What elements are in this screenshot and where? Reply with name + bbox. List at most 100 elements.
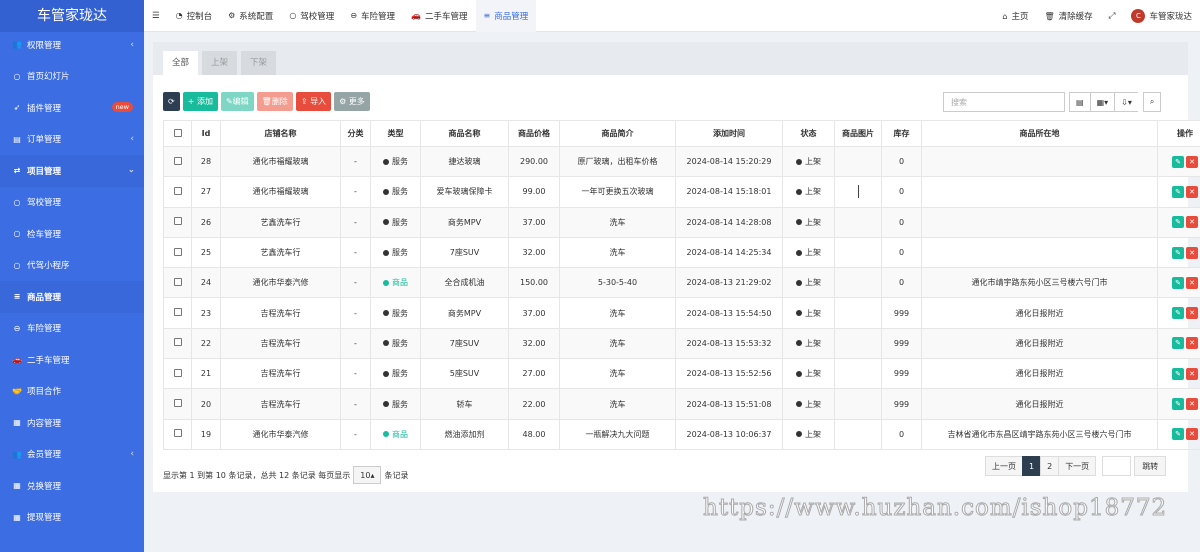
- select-all-checkbox[interactable]: [173, 128, 182, 137]
- table-row[interactable]: 21 吉程洗车行 - 服务 5座SUV 27.00 洗车 2024-08-13 15:52:5…: [163, 358, 1200, 390]
- table-row[interactable]: 25 艺鑫洗车行 - 服务 7座SUV 32.00 洗车 2024-08-14 14:25:3…: [163, 236, 1200, 269]
- next-page-button[interactable]: 下一页: [1058, 456, 1097, 476]
- column-header[interactable]: 添加时间: [675, 120, 783, 147]
- sidebar-item[interactable]: ○ 代驾小程序: [0, 250, 144, 282]
- export-button[interactable]: ⇩▾: [1114, 92, 1138, 112]
- row-checkbox-cell[interactable]: [163, 206, 192, 238]
- row-edit-button[interactable]: ✎: [1172, 398, 1184, 411]
- row-delete-button[interactable]: ✕: [1186, 276, 1198, 289]
- select-all-checkbox-cell[interactable]: [163, 120, 192, 147]
- row-edit-button[interactable]: ✎: [1172, 246, 1184, 259]
- product-thumbnail[interactable]: [857, 185, 859, 199]
- row-checkbox-cell[interactable]: [163, 145, 192, 178]
- add-button[interactable]: + 添加: [182, 92, 218, 111]
- row-edit-button[interactable]: ✎: [1172, 185, 1184, 198]
- row-delete-button[interactable]: ✕: [1186, 367, 1198, 380]
- page-1-button[interactable]: 1: [1022, 456, 1042, 476]
- page-2-button[interactable]: 2: [1040, 456, 1060, 476]
- edit-button[interactable]: ✎编辑: [220, 92, 254, 111]
- delete-button[interactable]: 🗑删除: [256, 92, 293, 111]
- toggle-view-button[interactable]: ▤: [1069, 92, 1090, 112]
- top-nav-tab[interactable]: ◔ 控制台: [168, 0, 221, 32]
- row-edit-button[interactable]: ✎: [1172, 155, 1184, 168]
- table-row[interactable]: 28 通化市福耀玻璃 - 服务 捷达玻璃 290.00 原厂玻璃，出租车价格 2024-08-…: [163, 145, 1200, 178]
- table-row[interactable]: 23 吉程洗车行 - 服务 商务MPV 37.00 洗车 2024-08-13 15:54:5…: [163, 297, 1200, 329]
- top-nav-tab[interactable]: ⚙ 系统配置: [220, 0, 281, 32]
- table-row[interactable]: 19 通化市华泰汽修 - 商品 燃油添加剂 48.00 一瓶解决九大问题 2024-08-13…: [163, 418, 1200, 450]
- prev-page-button[interactable]: 上一页: [985, 456, 1023, 476]
- sidebar-item[interactable]: ○ 检车管理: [0, 218, 144, 250]
- row-checkbox[interactable]: [173, 368, 182, 377]
- column-header[interactable]: 状态: [782, 120, 835, 147]
- more-button[interactable]: ⚙ 更多: [334, 92, 370, 111]
- column-header[interactable]: 商品图片: [834, 120, 882, 147]
- table-row[interactable]: 20 吉程洗车行 - 服务 轿车 22.00 洗车 2024-08-13 15:51:08 上架…: [163, 388, 1200, 420]
- row-checkbox[interactable]: [173, 308, 182, 317]
- table-row[interactable]: 26 艺鑫洗车行 - 服务 商务MPV 37.00 洗车 2024-08-14 14:28:0…: [163, 206, 1200, 238]
- row-delete-button[interactable]: ✕: [1186, 216, 1198, 229]
- sidebar-item[interactable]: 👥 会员管理 ‹: [0, 439, 144, 471]
- column-header[interactable]: 类型: [370, 120, 421, 147]
- sidebar-item[interactable]: 👥 权限管理 ‹: [0, 29, 144, 61]
- import-button[interactable]: ⇪ 导入: [295, 92, 332, 111]
- row-edit-button[interactable]: ✎: [1172, 367, 1184, 380]
- sidebar-item[interactable]: ▤ 订单管理 ‹: [0, 124, 144, 156]
- jump-page-input[interactable]: [1102, 456, 1132, 476]
- top-nav-tab[interactable]: ○ 驾校管理: [281, 0, 342, 32]
- column-header[interactable]: 分类: [340, 120, 371, 147]
- row-delete-button[interactable]: ✕: [1186, 337, 1198, 350]
- row-checkbox-cell[interactable]: [163, 236, 192, 269]
- row-checkbox[interactable]: [173, 338, 182, 347]
- search-input[interactable]: [943, 92, 1065, 112]
- row-delete-button[interactable]: ✕: [1186, 155, 1198, 168]
- user-menu[interactable]: C 车管家珑达: [1123, 0, 1200, 32]
- row-checkbox[interactable]: [173, 217, 182, 226]
- row-delete-button[interactable]: ✕: [1186, 246, 1198, 259]
- row-checkbox-cell[interactable]: [163, 176, 192, 208]
- status-tab[interactable]: 下架: [241, 51, 277, 75]
- row-edit-button[interactable]: ✎: [1172, 216, 1184, 229]
- column-header[interactable]: 商品所在地: [921, 120, 1158, 147]
- column-header[interactable]: 商品价格: [508, 120, 560, 147]
- sidebar-item[interactable]: ⇄ 项目管理 ‹: [0, 155, 144, 187]
- row-checkbox[interactable]: [173, 277, 182, 286]
- row-checkbox-cell[interactable]: [163, 358, 192, 390]
- row-checkbox-cell[interactable]: [163, 418, 192, 450]
- row-checkbox-cell[interactable]: [163, 327, 192, 360]
- row-edit-button[interactable]: ✎: [1172, 276, 1184, 289]
- status-tab[interactable]: 全部: [163, 51, 199, 75]
- row-edit-button[interactable]: ✎: [1172, 428, 1184, 441]
- sidebar-item[interactable]: ▦ 提现管理: [0, 502, 144, 534]
- sidebar-item[interactable]: ➶ 插件管理 new: [0, 92, 144, 124]
- column-header[interactable]: 商品名称: [420, 120, 509, 147]
- clear-cache-button[interactable]: 🗑 清除缓存: [1037, 0, 1101, 32]
- row-checkbox[interactable]: [173, 429, 182, 438]
- row-checkbox[interactable]: [173, 156, 182, 165]
- sidebar-item[interactable]: ⊖ 车险管理: [0, 313, 144, 345]
- top-nav-tab[interactable]: 🚗 二手车管理: [403, 0, 475, 32]
- table-row[interactable]: 22 吉程洗车行 - 服务 7座SUV 32.00 洗车 2024-08-13 15:53:3…: [163, 327, 1200, 360]
- sidebar-logo[interactable]: 车管家珑达: [0, 0, 144, 32]
- row-checkbox[interactable]: [173, 186, 182, 195]
- row-delete-button[interactable]: ✕: [1186, 185, 1198, 198]
- table-row[interactable]: 27 通化市福耀玻璃 - 服务 爱车玻璃保障卡 99.00 一年可更换五次玻璃 2024-08…: [163, 176, 1200, 208]
- advanced-search-button[interactable]: ⌕: [1142, 92, 1162, 112]
- row-checkbox[interactable]: [173, 247, 182, 256]
- row-delete-button[interactable]: ✕: [1186, 398, 1198, 411]
- column-header[interactable]: Id: [191, 120, 221, 147]
- fullscreen-button[interactable]: ⤢: [1101, 0, 1124, 32]
- column-header[interactable]: 商品简介: [559, 120, 676, 147]
- sidebar-item[interactable]: ▦ 兑换管理: [0, 470, 144, 502]
- sidebar-item[interactable]: ≡ 商品管理: [0, 281, 144, 313]
- jump-button[interactable]: 跳转: [1134, 456, 1167, 476]
- columns-button[interactable]: ▦▾: [1089, 92, 1115, 112]
- sidebar-item[interactable]: ○ 首页幻灯片: [0, 61, 144, 93]
- sidebar-item[interactable]: 🚗 二手车管理: [0, 344, 144, 376]
- sidebar-item[interactable]: 🤝 项目合作: [0, 376, 144, 408]
- row-checkbox[interactable]: [173, 399, 182, 408]
- column-header[interactable]: 库存: [881, 120, 922, 147]
- row-checkbox-cell[interactable]: [163, 297, 192, 329]
- table-row[interactable]: 24 通化市华泰汽修 - 商品 全合成机油 150.00 5-30-5-40 2024-08-…: [163, 267, 1200, 299]
- row-delete-button[interactable]: ✕: [1186, 428, 1198, 441]
- sidebar-item[interactable]: ▦ 内容管理: [0, 407, 144, 439]
